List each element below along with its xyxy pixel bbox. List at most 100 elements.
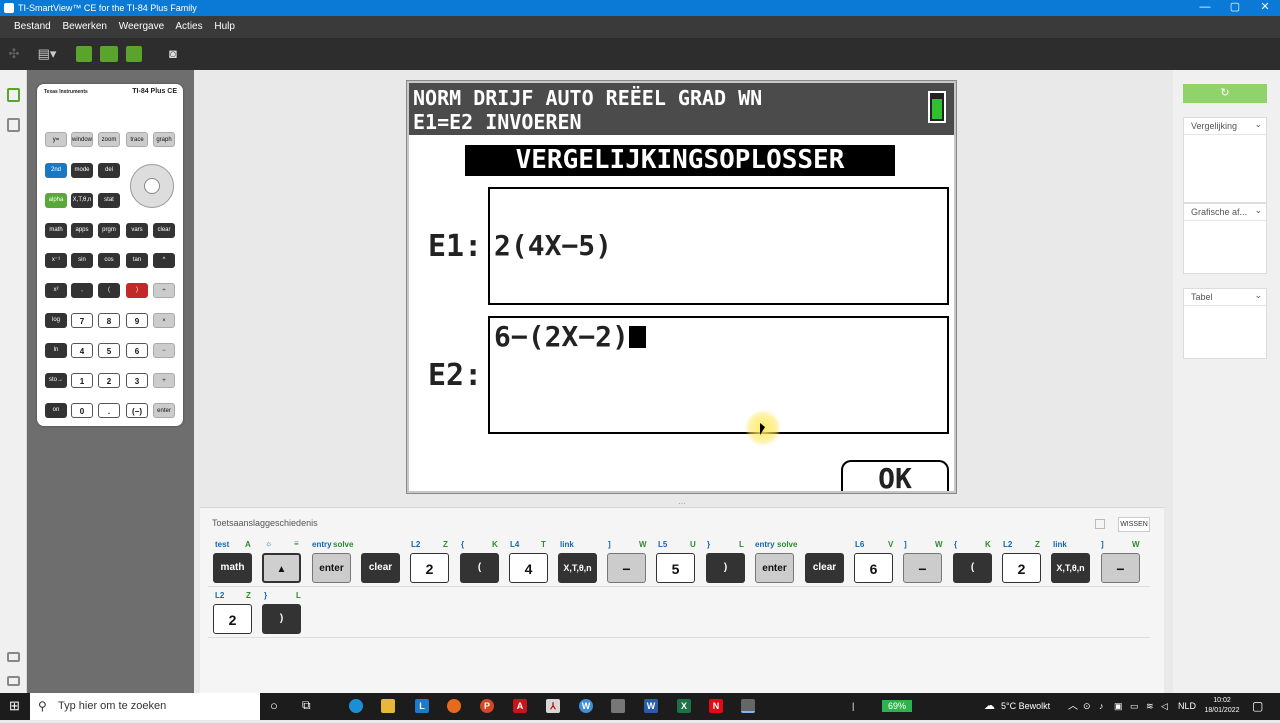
key-3[interactable]: 3 [126,373,148,388]
notification-icon[interactable]: ▢ [1252,693,1263,720]
history-key-2-c[interactable]: 2 [213,604,252,634]
history-key-2-b[interactable]: 2 [1002,553,1041,583]
volume-icon[interactable]: ◁ [1161,693,1168,720]
power-icon[interactable]: ▭ [1130,693,1139,720]
battery-indicator[interactable]: 69% [882,700,912,712]
key-alpha[interactable]: alpha [45,193,67,208]
history-key-right-paren[interactable]: ) [706,553,745,583]
ti-smartview-taskbar-icon[interactable] [741,699,755,713]
key-divide[interactable]: ÷ [153,283,175,298]
key-multiply[interactable]: × [153,313,175,328]
key-1[interactable]: 1 [71,373,93,388]
chevron-up-icon[interactable]: ︿ [1068,693,1078,720]
history-key-left-paren[interactable]: ( [460,553,499,583]
section-vergelijking[interactable]: Vergelijking ⌄ [1183,117,1267,203]
key-del[interactable]: del [98,163,120,178]
display-icon[interactable]: ▣ [1114,693,1123,720]
key-enter[interactable]: enter [153,403,175,418]
history-key-4[interactable]: 4 [509,553,548,583]
windows-start-icon[interactable]: ⊞ [9,699,23,713]
file-explorer-icon[interactable] [381,699,395,713]
calculator-screen[interactable]: NORM DRIJF AUTO REËEL GRAD WN E1=E2 INVOE… [409,83,954,495]
edge-icon[interactable] [349,699,363,713]
key-window[interactable]: window [71,132,93,147]
key-vars[interactable]: vars [126,223,148,238]
key-sin[interactable]: sin [71,253,93,268]
camera-icon[interactable]: ◙ [164,46,182,62]
key-dot[interactable]: . [98,403,120,418]
key-stat[interactable]: stat [98,193,120,208]
excel-icon[interactable]: X [677,699,691,713]
key-zoom[interactable]: zoom [98,132,120,147]
taskbar-search[interactable]: ⚲ Typ hier om te zoeken [30,693,260,720]
web-app-icon[interactable]: W [579,699,593,713]
key-xt[interactable]: X,T,θ,n [71,193,93,208]
key-on[interactable]: on [45,403,67,418]
key-9[interactable]: 9 [126,313,148,328]
key-log[interactable]: log [45,313,67,328]
wissen-button[interactable]: WISSEN [1118,517,1150,532]
history-key-subtract-3[interactable]: − [1101,553,1140,583]
key-trace[interactable]: trace [126,132,148,147]
calculator-view-icon[interactable] [7,88,20,102]
key-y[interactable]: y= [45,132,67,147]
netflix-icon[interactable]: N [709,699,723,713]
key-5[interactable]: 5 [98,343,120,358]
word-icon[interactable]: W [644,699,658,713]
section-tabel[interactable]: Tabel ⌄ [1183,288,1267,359]
key-apps[interactable]: apps [71,223,93,238]
ok-button[interactable]: OK [841,460,949,495]
chevron-down-icon[interactable]: ⌄ [1254,119,1262,130]
menu-hulp[interactable]: Hulp [214,21,235,32]
key-7[interactable]: 7 [71,313,93,328]
copy-icon[interactable] [1095,519,1105,529]
clock[interactable]: 10:02 18/01/2022 [1202,696,1242,723]
chevron-down-icon[interactable]: ⌄ [1254,205,1262,216]
task-view-icon[interactable]: ⧉ [302,698,311,713]
key-math[interactable]: math [45,223,67,238]
wifi-icon[interactable]: ≋ [1146,693,1154,720]
key-8[interactable]: 8 [98,313,120,328]
key-ln[interactable]: ln [45,343,67,358]
weather-text[interactable]: 5°C Bewolkt [1001,693,1050,720]
chevron-down-icon[interactable]: ⌄ [1254,290,1262,301]
menu-bewerken[interactable]: Bewerken [62,21,106,32]
key-inverse[interactable]: x⁻¹ [45,253,67,268]
history-key-subtract-2[interactable]: − [903,553,942,583]
key-cos[interactable]: cos [98,253,120,268]
history-key-enter[interactable]: enter [312,553,351,583]
lanschool-icon[interactable]: L [415,699,429,713]
history-key-enter-2[interactable]: enter [755,553,794,583]
key-square[interactable]: x² [45,283,67,298]
history-key-clear[interactable]: clear [361,553,400,583]
key-power[interactable]: ^ [153,253,175,268]
refresh-button[interactable]: ↻ [1183,84,1267,103]
key-negative[interactable]: (−) [126,403,148,418]
arrow-pad[interactable] [130,164,174,208]
key-right-paren[interactable]: ) [126,283,148,298]
history-key-subtract[interactable]: − [607,553,646,583]
emulator-icon[interactable]: ✣ [6,46,22,62]
history-key-xt[interactable]: X,T,θ,n [558,553,597,583]
key-mode[interactable]: mode [71,163,93,178]
panel-toggle-icon[interactable] [7,652,20,662]
history-key-up-arrow[interactable]: ▲ [262,553,301,583]
section-grafische[interactable]: Grafische af... ⌄ [1183,203,1267,274]
history-key-clear-2[interactable]: clear [805,553,844,583]
e1-field[interactable]: 2(4X−5) [488,187,949,305]
keypad-toggle-icon[interactable] [7,676,20,686]
network-icon[interactable]: ⊙ [1083,693,1091,720]
layout-icon[interactable] [126,46,142,62]
history-key-6[interactable]: 6 [854,553,893,583]
connect-icon[interactable] [100,46,118,62]
key-2nd[interactable]: 2nd [45,163,67,178]
menu-acties[interactable]: Acties [175,21,202,32]
key-comma[interactable]: , [71,283,93,298]
key-graph[interactable]: graph [153,132,175,147]
tablet-icon[interactable] [611,699,625,713]
history-key-2[interactable]: 2 [410,553,449,583]
firefox-icon[interactable] [447,699,461,713]
key-subtract[interactable]: − [153,343,175,358]
history-key-5[interactable]: 5 [656,553,695,583]
key-add[interactable]: + [153,373,175,388]
